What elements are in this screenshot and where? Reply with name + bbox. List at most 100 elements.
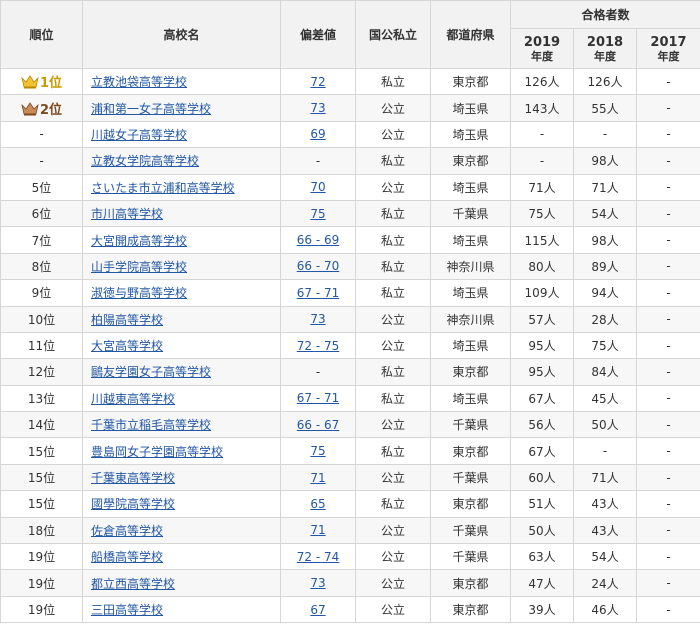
deviation-value[interactable]: 73 (310, 101, 325, 115)
passers-2017: - (635, 463, 700, 492)
prefecture: 東京都 (452, 497, 489, 512)
school-link[interactable]: 豊島岡女子学園高等学校 (91, 445, 223, 459)
table-body: 1位 立教池袋高等学校 72 私立 東京都 126人 126人 - 2位 浦和第… (0, 67, 700, 624)
school-link[interactable]: 浦和第一女子高等学校 (91, 102, 211, 116)
school-type: 私立 (380, 391, 405, 406)
passers-2017: - (635, 516, 700, 545)
type-cell: 私立 (355, 358, 431, 386)
school-link[interactable]: 鷗友学園女子高等学校 (91, 365, 211, 379)
passers-2019-value: 51人 (528, 497, 556, 512)
prefecture: 埼玉県 (452, 391, 489, 406)
passers-2017-value: - (666, 444, 671, 459)
rank-cell: 2位 (0, 94, 83, 122)
deviation-value[interactable]: 66 - 69 (297, 233, 340, 247)
passers-2019-value: 80人 (528, 259, 556, 274)
crown-icon (21, 75, 39, 89)
passers-2017: - (635, 331, 700, 360)
passers-2019-value: 60人 (528, 471, 556, 486)
school-link[interactable]: 千葉東高等学校 (91, 471, 175, 485)
prefecture-cell: 千葉県 (430, 543, 511, 571)
school-link[interactable]: 三田高等学校 (91, 603, 163, 617)
passers-2019: 75人 (510, 199, 574, 228)
school-link[interactable]: 大宮開成高等学校 (91, 234, 187, 248)
school-link[interactable]: 佐倉高等学校 (91, 524, 163, 538)
school-type: 私立 (380, 497, 405, 512)
school-link[interactable]: 立教池袋高等学校 (91, 75, 187, 89)
passers-2017: - (635, 490, 700, 518)
deviation-value[interactable]: 72 - 74 (297, 550, 340, 564)
passers-2017-value: - (666, 206, 671, 221)
school-link[interactable]: 千葉市立稲毛高等学校 (91, 418, 211, 432)
deviation-value[interactable]: 66 - 67 (297, 418, 340, 432)
passers-2019: 60人 (510, 463, 574, 492)
prefecture-cell: 千葉県 (430, 516, 511, 545)
passers-2017: - (635, 305, 700, 333)
header-year-suffix: 年度 (531, 49, 553, 63)
header-year-suffix: 年度 (594, 49, 616, 63)
school-link[interactable]: さいたま市立浦和高等学校 (91, 181, 235, 195)
table-row: - 立教女学院高等学校 - 私立 東京都 - 98人 - (0, 147, 700, 175)
passers-2019-value: 50人 (528, 523, 556, 538)
school-link[interactable]: 立教女学院高等学校 (91, 154, 199, 168)
prefecture: 千葉県 (452, 207, 489, 222)
deviation-value[interactable]: 67 - 71 (297, 286, 340, 300)
passers-2017-value: - (666, 233, 671, 248)
rank-label: 14位 (27, 418, 56, 433)
passers-2018: 75人 (573, 331, 637, 360)
deviation-value[interactable]: 69 (310, 127, 325, 141)
school-link[interactable]: 船橋高等学校 (91, 550, 163, 564)
prefecture: 東京都 (452, 576, 489, 591)
school-cell: 大宮開成高等学校 (82, 226, 281, 254)
deviation-value[interactable]: 67 - 71 (297, 391, 340, 405)
school-type: 公立 (380, 471, 405, 486)
rank-cell: - (0, 147, 83, 175)
rank-cell: 11位 (0, 331, 83, 360)
school-link[interactable]: 淑徳与野高等学校 (91, 286, 187, 300)
table-row: 19位 三田高等学校 67 公立 東京都 39人 46人 - (0, 595, 700, 624)
deviation-value[interactable]: 75 (310, 444, 325, 458)
rank-cell: 19位 (0, 543, 83, 571)
passers-2019: 126人 (510, 67, 574, 96)
table-row: 5位 さいたま市立浦和高等学校 70 公立 埼玉県 71人 71人 - (0, 173, 700, 201)
deviation-value[interactable]: 72 (310, 75, 325, 89)
deviation-value[interactable]: 75 (310, 207, 325, 221)
school-link[interactable]: 市川高等学校 (91, 207, 163, 221)
rank-cell: 9位 (0, 279, 83, 307)
school-type: 私立 (380, 75, 405, 90)
deviation-value[interactable]: 71 (310, 471, 325, 485)
deviation-value[interactable]: 65 (310, 497, 325, 511)
passers-2019: 50人 (510, 516, 574, 545)
passers-2017-value: - (666, 391, 671, 406)
passers-2017: - (635, 543, 700, 571)
passers-2019: 71人 (510, 173, 574, 201)
type-cell: 公立 (355, 173, 431, 201)
type-cell: 私立 (355, 147, 431, 175)
school-link[interactable]: 都立西高等学校 (91, 577, 175, 591)
header-year-label: 2019 (523, 34, 561, 50)
deviation-value[interactable]: 72 - 75 (297, 339, 340, 353)
deviation-value[interactable]: 67 (310, 603, 325, 617)
deviation-value[interactable]: 66 - 70 (297, 259, 340, 273)
prefecture-cell: 東京都 (430, 569, 511, 597)
header-year-2017: 2017 年度 (635, 28, 700, 69)
school-link[interactable]: 柏陽高等学校 (91, 313, 163, 327)
deviation-value[interactable]: 73 (310, 312, 325, 326)
prefecture: 東京都 (452, 154, 489, 169)
school-link[interactable]: 大宮高等学校 (91, 339, 163, 353)
school-link[interactable]: 國學院高等学校 (91, 497, 175, 511)
deviation-value: - (315, 153, 321, 168)
header-year-suffix: 年度 (657, 49, 680, 63)
school-link[interactable]: 川越女子高等学校 (91, 128, 187, 142)
school-link[interactable]: 川越東高等学校 (91, 392, 175, 406)
rank-label: 18位 (27, 523, 56, 538)
header-year-2019: 2019 年度 (510, 28, 574, 69)
school-link[interactable]: 山手学院高等学校 (91, 260, 187, 274)
table-row: 14位 千葉市立稲毛高等学校 66 - 67 公立 千葉県 56人 50人 - (0, 411, 700, 439)
deviation-value[interactable]: 71 (310, 523, 325, 537)
deviation-value[interactable]: 70 (310, 180, 325, 194)
passers-2017: - (635, 411, 700, 439)
deviation-value[interactable]: 73 (310, 576, 325, 590)
passers-2017-value: - (666, 576, 671, 591)
passers-2017-value: - (666, 364, 671, 379)
passers-2018: 89人 (573, 252, 637, 281)
